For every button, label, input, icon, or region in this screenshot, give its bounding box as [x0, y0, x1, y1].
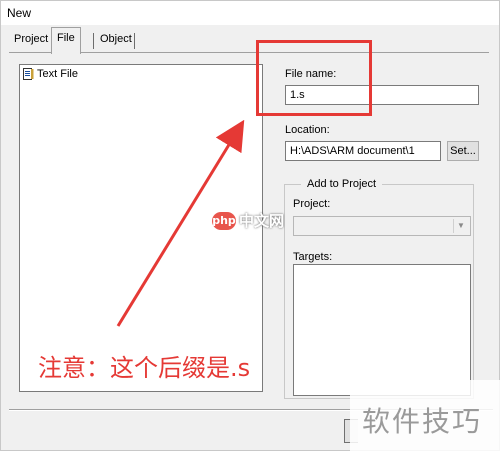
site-watermark-text: 中文网 [239, 212, 285, 230]
site-watermark: php 中文网 [212, 210, 284, 231]
corner-watermark: 软件技巧 [350, 380, 500, 451]
php-logo-icon: php [212, 211, 236, 230]
annotation-note: 注意：这个后缀是.s [38, 354, 251, 382]
corner-watermark-text: 软件技巧 [362, 405, 483, 438]
tab-file[interactable]: File [51, 27, 81, 54]
tab-file-label: File [57, 32, 75, 44]
